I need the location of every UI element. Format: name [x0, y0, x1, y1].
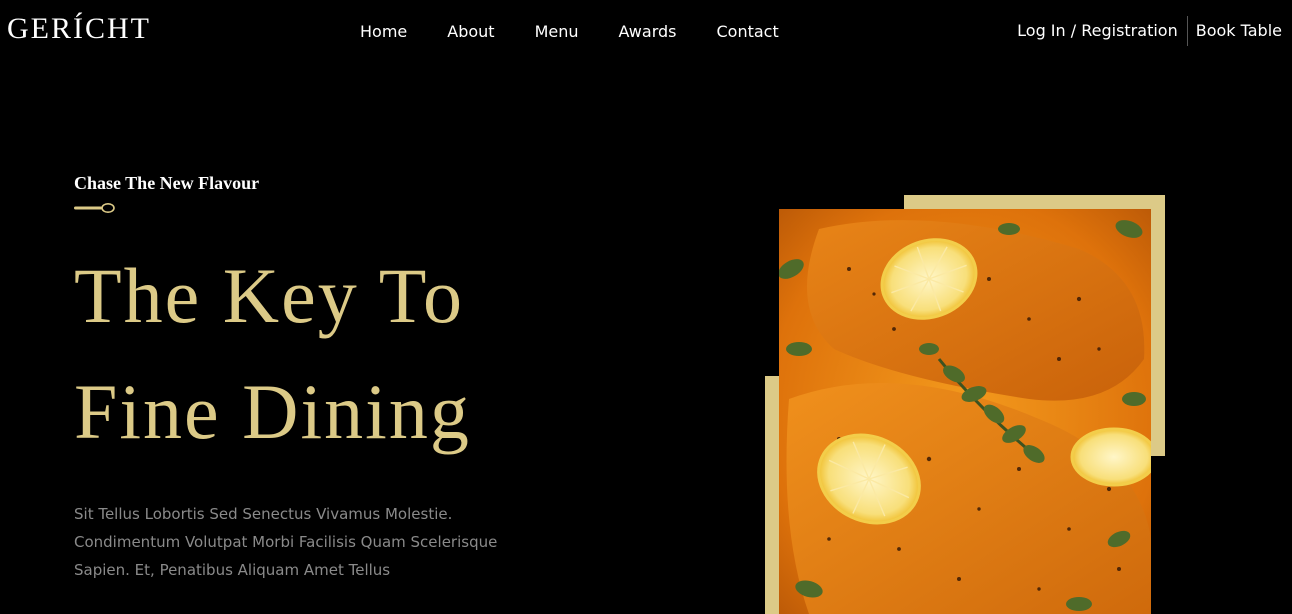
book-table-link[interactable]: Book Table	[1196, 16, 1282, 46]
spoon-icon	[74, 203, 115, 213]
nav-link-about[interactable]: About	[447, 20, 494, 44]
hero-description-line-1: Sit Tellus Lobortis Sed Senectus Vivamus…	[74, 505, 453, 523]
hero-subtitle: Chase The New Flavour	[74, 173, 260, 193]
hero-title-line-2: Fine Dining	[74, 368, 471, 455]
nav-link-home[interactable]: Home	[360, 20, 407, 44]
nav-divider	[1186, 16, 1188, 46]
hero-description: Sit Tellus Lobortis Sed Senectus Vivamus…	[74, 500, 574, 584]
hero-title: The Key To Fine Dining	[74, 238, 674, 470]
hero-food-image	[779, 209, 1151, 614]
nav-link-contact[interactable]: Contact	[716, 20, 778, 44]
nav-actions: Log In / Registration Book Table	[1017, 16, 1282, 46]
salmon-dish-illustration	[779, 209, 1151, 614]
hero-description-line-3: Sapien. Et, Penatibus Aliquam Amet Tellu…	[74, 561, 391, 579]
login-registration-link[interactable]: Log In / Registration	[1017, 16, 1178, 46]
nav-links: Home About Menu Awards Contact	[360, 20, 779, 44]
nav-link-awards[interactable]: Awards	[619, 20, 677, 44]
hero-title-line-1: The Key To	[74, 252, 465, 339]
nav-link-menu[interactable]: Menu	[535, 20, 579, 44]
brand-logo[interactable]: GERÍCHT	[7, 14, 151, 44]
hero-description-line-2: Condimentum Volutpat Morbi Facilisis Qua…	[74, 533, 498, 551]
navbar: GERÍCHT Home About Menu Awards Contact L…	[0, 0, 1292, 64]
